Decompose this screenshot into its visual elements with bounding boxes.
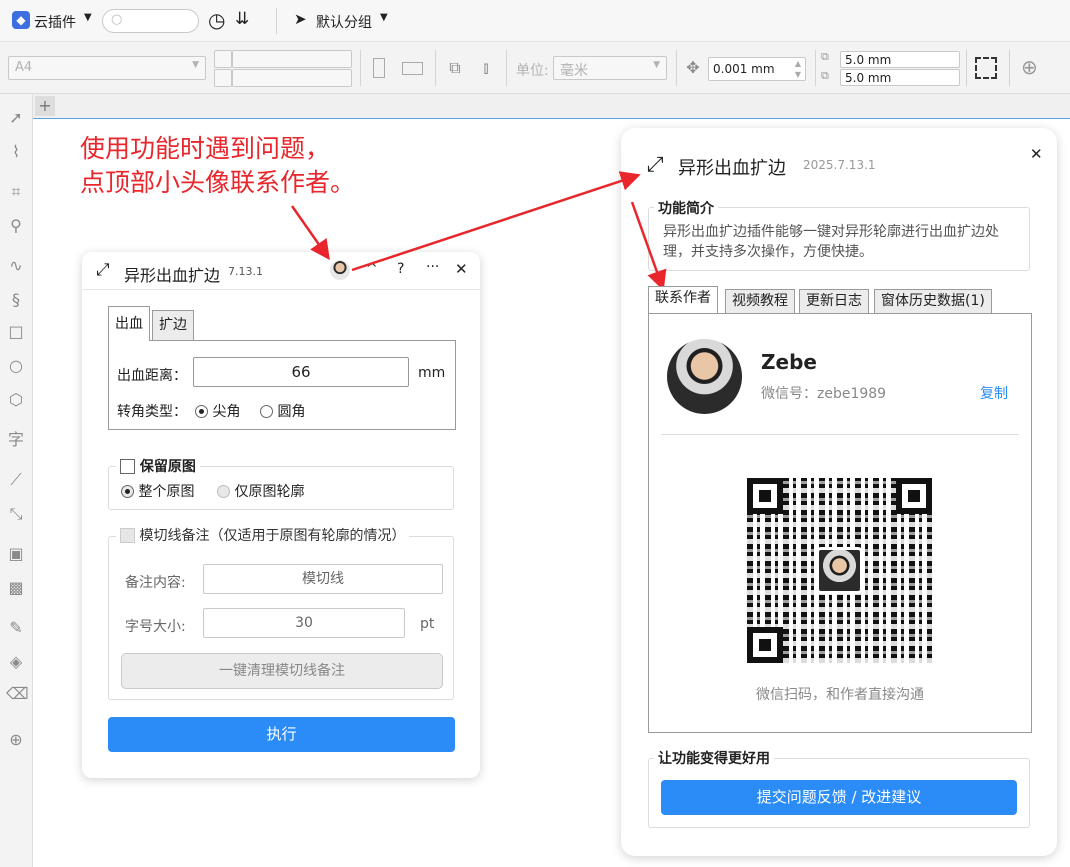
- tab-bleed[interactable]: 出血: [108, 306, 150, 341]
- annotation-arrows: [290, 171, 667, 291]
- arrow-to-avatar: [290, 205, 330, 261]
- arrow-to-contact-tab: [630, 201, 667, 291]
- arrow-to-about-panel: [351, 171, 641, 272]
- tab-contact-label: 联系作者: [655, 290, 711, 306]
- tab-bleed-label: 出血: [115, 316, 143, 332]
- tab-contact-author[interactable]: 联系作者: [648, 286, 718, 313]
